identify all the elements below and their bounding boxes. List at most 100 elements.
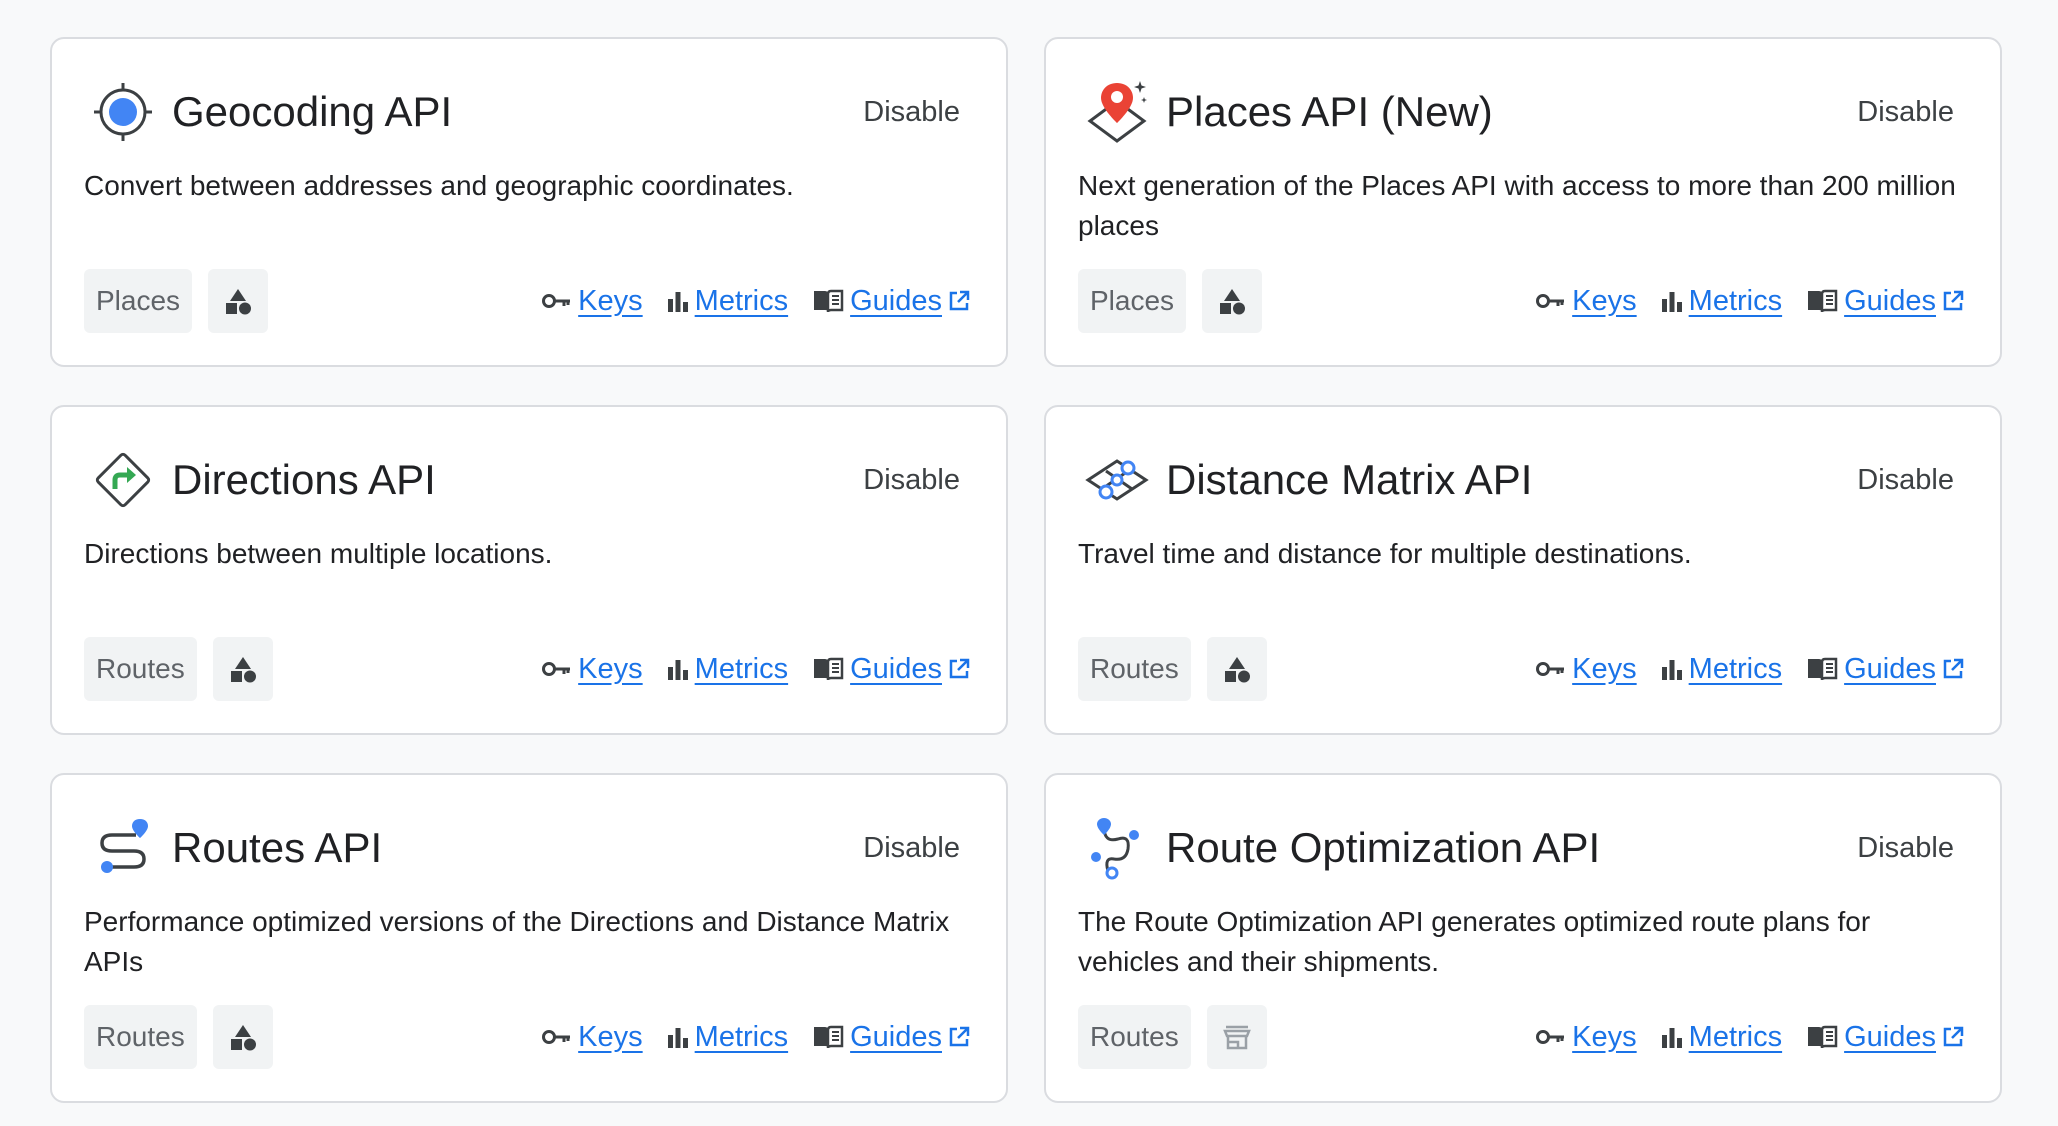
metrics-link[interactable]: Metrics xyxy=(667,285,788,318)
card-description: Convert between addresses and geographic… xyxy=(84,170,794,201)
keys-link-label[interactable]: Keys xyxy=(578,1021,642,1054)
book-icon xyxy=(1808,289,1838,313)
category-chip[interactable]: Routes xyxy=(84,1005,197,1069)
metrics-link-label[interactable]: Metrics xyxy=(1689,653,1782,686)
bar-chart-icon xyxy=(667,1028,688,1048)
guides-link-label[interactable]: Guides xyxy=(1844,653,1936,686)
card-title: Distance Matrix API xyxy=(1166,456,1533,503)
guides-link[interactable]: Guides xyxy=(1806,1021,1964,1054)
metrics-link[interactable]: Metrics xyxy=(667,653,788,686)
shapes-icon[interactable] xyxy=(212,1005,273,1069)
metrics-link-label[interactable]: Metrics xyxy=(695,1021,788,1054)
book-icon xyxy=(814,289,844,313)
metrics-link-label[interactable]: Metrics xyxy=(1689,1021,1782,1054)
keys-link-label[interactable]: Keys xyxy=(1572,653,1636,686)
card-links: Keys Metrics Guides xyxy=(1536,285,1964,318)
external-link-icon xyxy=(949,290,970,311)
metrics-link[interactable]: Metrics xyxy=(1661,653,1782,686)
category-chip[interactable]: Places xyxy=(84,269,193,333)
disable-button[interactable]: Disable xyxy=(863,464,960,497)
card-footer: Routes Keys Metrics Guides xyxy=(1078,637,1964,701)
disable-button[interactable]: Disable xyxy=(863,96,960,129)
keys-link-label[interactable]: Keys xyxy=(578,653,642,686)
metrics-link-label[interactable]: Metrics xyxy=(695,653,788,686)
disable-button[interactable]: Disable xyxy=(1857,464,1954,497)
bar-chart-icon xyxy=(1661,1028,1682,1048)
category-chip[interactable]: Routes xyxy=(1078,637,1191,701)
keys-link[interactable]: Keys xyxy=(1536,1021,1637,1054)
book-icon xyxy=(814,1025,844,1049)
card-footer: Routes Keys Metrics Guides xyxy=(1078,1005,1964,1069)
keys-link-label[interactable]: Keys xyxy=(578,285,642,318)
external-link-icon xyxy=(949,1026,970,1047)
card-footer: Places Keys Metrics Guides xyxy=(84,269,970,333)
card-description: Travel time and distance for multiple de… xyxy=(1078,538,1692,569)
storefront-icon[interactable] xyxy=(1206,1005,1267,1069)
guides-link[interactable]: Guides xyxy=(1806,285,1964,318)
card-title: Routes API xyxy=(172,824,383,871)
disable-button[interactable]: Disable xyxy=(1857,832,1954,865)
disable-button[interactable]: Disable xyxy=(863,832,960,865)
routes-icon xyxy=(88,813,158,883)
metrics-link[interactable]: Metrics xyxy=(1661,285,1782,318)
disable-button[interactable]: Disable xyxy=(1857,96,1954,129)
card-title: Geocoding API xyxy=(172,88,453,135)
guides-link[interactable]: Guides xyxy=(812,285,970,318)
metrics-link[interactable]: Metrics xyxy=(667,1021,788,1054)
keys-link[interactable]: Keys xyxy=(1536,285,1637,318)
keys-link-label[interactable]: Keys xyxy=(1572,1021,1636,1054)
guides-link[interactable]: Guides xyxy=(1806,653,1964,686)
guides-link-label[interactable]: Guides xyxy=(1844,285,1936,318)
route-optimization-icon xyxy=(1082,813,1152,883)
book-icon xyxy=(1808,657,1838,681)
distance-matrix-icon xyxy=(1082,445,1152,515)
book-icon xyxy=(814,657,844,681)
api-card-places-new: Places API (New) Disable Next generation… xyxy=(1044,37,2002,367)
card-links: Keys Metrics Guides xyxy=(1536,653,1964,686)
keys-link[interactable]: Keys xyxy=(542,285,643,318)
keys-link[interactable]: Keys xyxy=(1536,653,1637,686)
guides-link[interactable]: Guides xyxy=(812,653,970,686)
shapes-icon[interactable] xyxy=(1202,269,1263,333)
key-icon xyxy=(1536,1030,1565,1044)
category-chip[interactable]: Routes xyxy=(1078,1005,1191,1069)
guides-link-label[interactable]: Guides xyxy=(850,1021,942,1054)
shapes-icon[interactable] xyxy=(1206,637,1267,701)
metrics-link[interactable]: Metrics xyxy=(1661,1021,1782,1054)
api-card-distance-matrix: Distance Matrix API Disable Travel time … xyxy=(1044,405,2002,735)
key-icon xyxy=(542,1030,571,1044)
guides-link-label[interactable]: Guides xyxy=(1844,1021,1936,1054)
external-link-icon xyxy=(949,658,970,679)
card-header: Routes API Disable xyxy=(88,811,960,885)
api-card-routes: Routes API Disable Performance optimized… xyxy=(50,773,1008,1103)
category-chip[interactable]: Routes xyxy=(84,637,197,701)
shapes-icon[interactable] xyxy=(212,637,273,701)
external-link-icon xyxy=(1943,290,1964,311)
guides-link[interactable]: Guides xyxy=(812,1021,970,1054)
card-description: Next generation of the Places API with a… xyxy=(1078,170,1956,241)
guides-link-label[interactable]: Guides xyxy=(850,653,942,686)
api-card-geocoding: Geocoding API Disable Convert between ad… xyxy=(50,37,1008,367)
guides-link-label[interactable]: Guides xyxy=(850,285,942,318)
shapes-icon[interactable] xyxy=(208,269,269,333)
keys-link[interactable]: Keys xyxy=(542,653,643,686)
card-description: The Route Optimization API generates opt… xyxy=(1078,906,1871,977)
keys-link-label[interactable]: Keys xyxy=(1572,285,1636,318)
external-link-icon xyxy=(1943,658,1964,679)
metrics-link-label[interactable]: Metrics xyxy=(1689,285,1782,318)
category-chip[interactable]: Places xyxy=(1078,269,1187,333)
bar-chart-icon xyxy=(667,660,688,680)
metrics-link-label[interactable]: Metrics xyxy=(695,285,788,318)
card-description: Directions between multiple locations. xyxy=(84,538,553,569)
bar-chart-icon xyxy=(1661,292,1682,312)
card-footer: Places Keys Metrics Guides xyxy=(1078,269,1964,333)
card-links: Keys Metrics Guides xyxy=(542,653,970,686)
card-header: Geocoding API Disable xyxy=(88,75,960,149)
keys-link[interactable]: Keys xyxy=(542,1021,643,1054)
external-link-icon xyxy=(1943,1026,1964,1047)
card-links: Keys Metrics Guides xyxy=(542,285,970,318)
card-header: Places API (New) Disable xyxy=(1082,75,1954,149)
book-icon xyxy=(1808,1025,1838,1049)
key-icon xyxy=(1536,294,1565,308)
key-icon xyxy=(542,662,571,676)
